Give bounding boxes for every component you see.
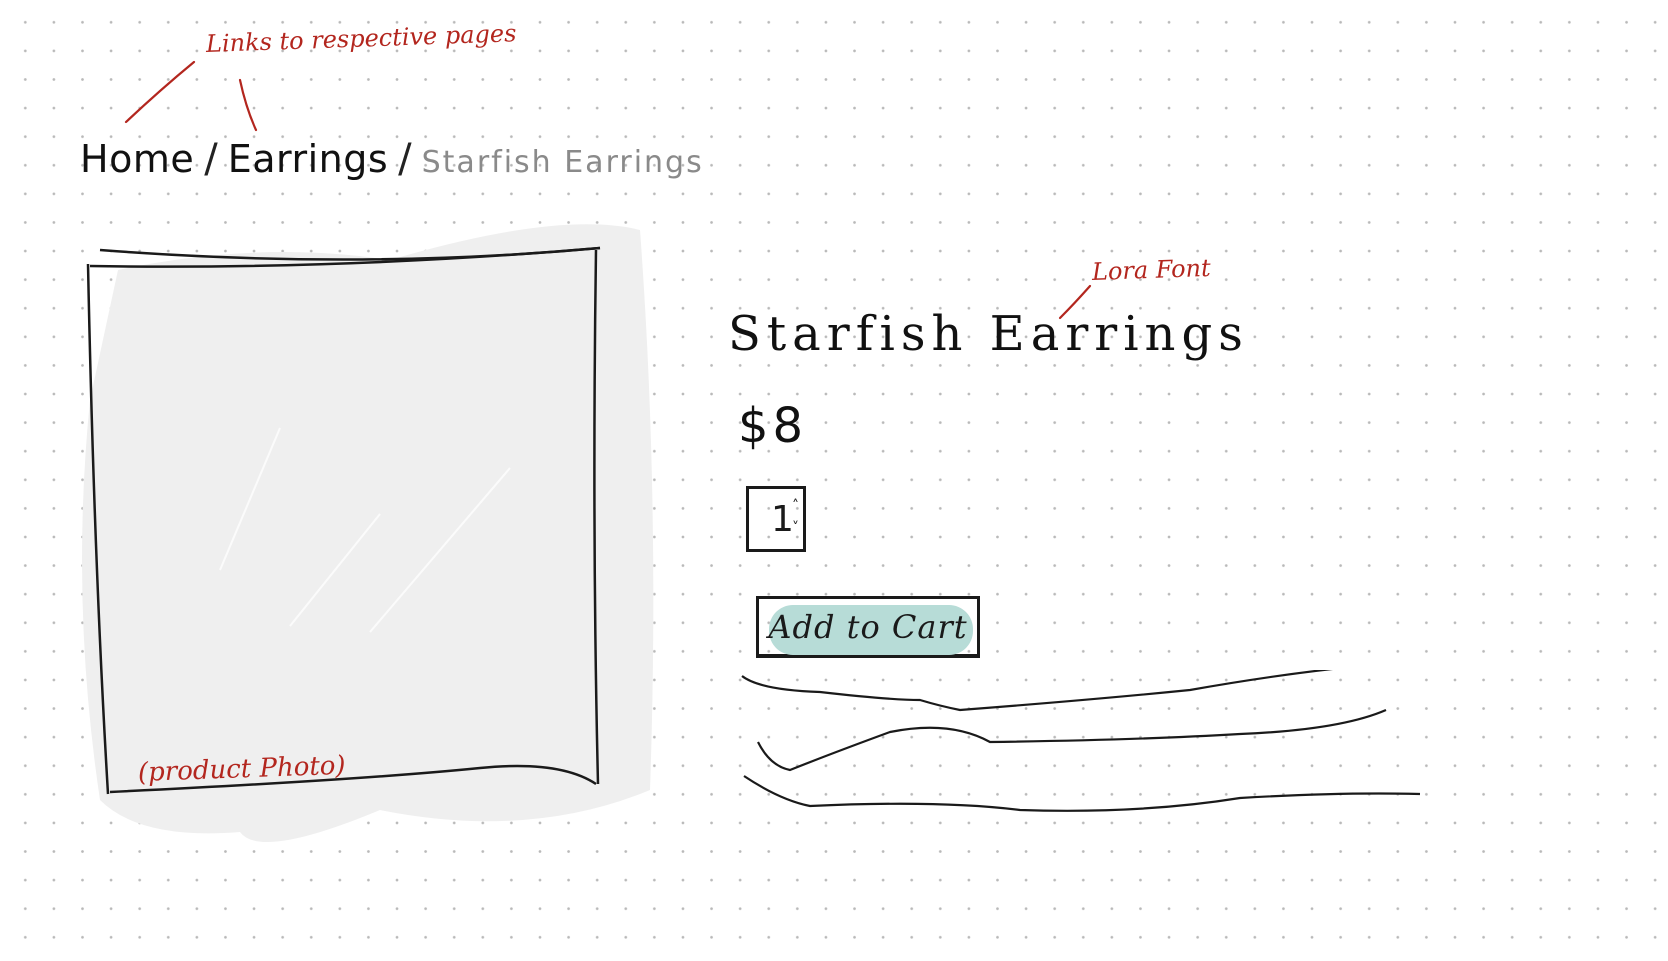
chevron-down-icon[interactable]: ˅ (792, 517, 799, 539)
breadcrumb-earrings-link[interactable]: Earrings (228, 137, 388, 181)
product-title: Starfish Earrings (728, 306, 1249, 362)
breadcrumb-current-page: Starfish Earrings (421, 145, 704, 180)
product-price: $8 (738, 398, 808, 454)
quantity-value: 1 (771, 498, 794, 540)
description-line (741, 670, 1334, 712)
product-photo-placeholder (82, 224, 654, 843)
description-line (743, 775, 1421, 812)
links-annotation-pointer (124, 60, 258, 132)
product-description-placeholder (741, 670, 1421, 812)
links-annotation: Links to respective pages (205, 19, 517, 58)
add-to-cart-button[interactable]: Add to Cart (756, 596, 980, 658)
breadcrumb: Home / Earrings / Starfish Earrings (80, 136, 704, 186)
breadcrumb-home-link[interactable]: Home (80, 137, 194, 181)
breadcrumb-separator: / (204, 136, 218, 182)
quantity-arrows: ˄ ˅ (792, 495, 799, 539)
product-photo (60, 200, 660, 900)
breadcrumb-separator: / (398, 136, 412, 182)
quantity-stepper[interactable]: 1 ˄ ˅ (746, 486, 806, 552)
font-annotation-pointer (1058, 284, 1092, 320)
description-line (757, 708, 1387, 772)
font-annotation: Lora Font (1091, 253, 1212, 286)
add-to-cart-label: Add to Cart (768, 607, 968, 646)
chevron-up-icon[interactable]: ˄ (792, 495, 799, 517)
